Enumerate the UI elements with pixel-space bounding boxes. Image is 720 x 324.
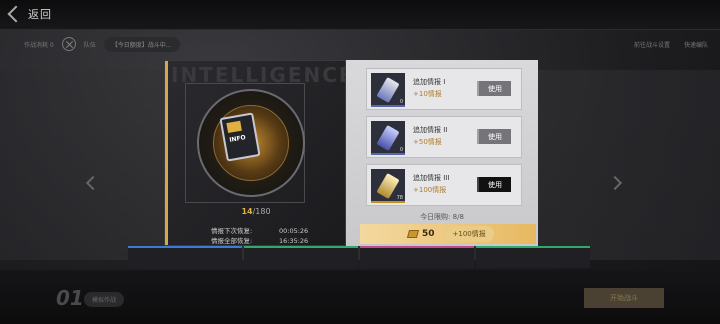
card-label: INFO (228, 134, 247, 144)
chevron-left-icon (7, 5, 25, 23)
item-thumbnail: 0 (371, 73, 405, 107)
back-button[interactable]: 返回 (6, 5, 52, 23)
item-list-panel: 0 追加情报 I +10情报 使用 0 追加情报 II +50情报 使用 78 … (346, 60, 538, 246)
notice-pill: 【今日额度】战斗中… (103, 36, 180, 52)
team-text: 队伍 (83, 41, 96, 49)
bottom-bar: 01 模拟作战 开始战斗 (0, 270, 720, 324)
list-item: 78 追加情报 III +100情报 使用 (366, 164, 522, 206)
item-name: 追加情报 III (413, 174, 450, 182)
close-icon[interactable] (61, 37, 76, 51)
list-item: 0 追加情报 I +10情报 使用 (366, 68, 522, 110)
intel-chip-icon (376, 76, 400, 104)
intel-card-icon: INFO (219, 112, 261, 162)
list-item: 0 追加情报 II +50情报 使用 (366, 116, 522, 158)
use-button[interactable]: 使用 (477, 81, 511, 96)
intel-max: /180 (252, 207, 271, 216)
unit-slot[interactable] (128, 246, 242, 268)
quick-team-link[interactable]: 快速编队 (684, 40, 708, 49)
item-gain: +100情报 (413, 186, 447, 194)
item-quantity: 78 (396, 195, 403, 201)
chip-icon (226, 120, 242, 134)
use-button[interactable]: 使用 (477, 177, 511, 192)
item-name: 追加情报 I (413, 78, 446, 86)
status-bar: 作战消耗 0 队伍 【今日额度】战斗中… 前往战斗设置 快速编队 (0, 34, 720, 54)
recovery-info: 情报下次恢复: 00:05:26 情报全部恢复: 16:35:26 (211, 226, 309, 245)
buy-cost: 50 (422, 229, 435, 239)
item-gain: +50情报 (413, 138, 442, 146)
use-button[interactable]: 使用 (477, 129, 511, 144)
item-name: 追加情报 II (413, 126, 448, 134)
recovery-label: 情报下次恢复: (211, 227, 253, 235)
intel-current: 14 (241, 207, 253, 216)
recovery-value: 16:35:26 (279, 237, 309, 245)
intelligence-dialog: INTELLIGENCE INFO 14/180 情报下次恢复: 00:05:2… (164, 60, 538, 246)
buy-intel-bar[interactable]: 50 +100情报 (360, 224, 536, 244)
stage-number: 01 (56, 286, 84, 310)
buy-intel-button[interactable]: +100情报 (444, 226, 494, 242)
item-quantity: 0 (399, 147, 403, 153)
accent-bar (165, 61, 168, 245)
recovery-value: 00:05:26 (279, 227, 309, 235)
back-label: 返回 (28, 8, 52, 21)
stage-button[interactable]: 模拟作战 (84, 292, 125, 307)
recovery-label: 情报全部恢复: (211, 237, 253, 245)
item-gain: +10情报 (413, 90, 442, 98)
gold-bar-icon (406, 230, 420, 238)
intel-status-panel: INTELLIGENCE INFO 14/180 情报下次恢复: 00:05:2… (164, 60, 346, 246)
recovery-row: 情报全部恢复: 16:35:26 (211, 236, 309, 245)
item-thumbnail: 78 (371, 169, 405, 203)
unit-strip (128, 246, 590, 268)
recovery-row: 情报下次恢复: 00:05:26 (211, 226, 308, 236)
intel-chip-icon (376, 124, 400, 152)
unit-slot[interactable] (476, 246, 590, 268)
item-quantity: 0 (399, 99, 403, 105)
daily-limit: 今日限购: 8/8 (420, 213, 464, 221)
start-battle-button[interactable]: 开始战斗 (584, 288, 664, 308)
intel-counter: 14/180 (165, 207, 345, 216)
item-thumbnail: 0 (371, 121, 405, 155)
top-bar: 返回 (0, 0, 720, 30)
unit-slot[interactable] (360, 246, 474, 268)
unit-slot[interactable] (244, 246, 358, 268)
battle-settings-link[interactable]: 前往战斗设置 (634, 40, 670, 49)
cost-text: 作战消耗 0 (24, 41, 54, 49)
